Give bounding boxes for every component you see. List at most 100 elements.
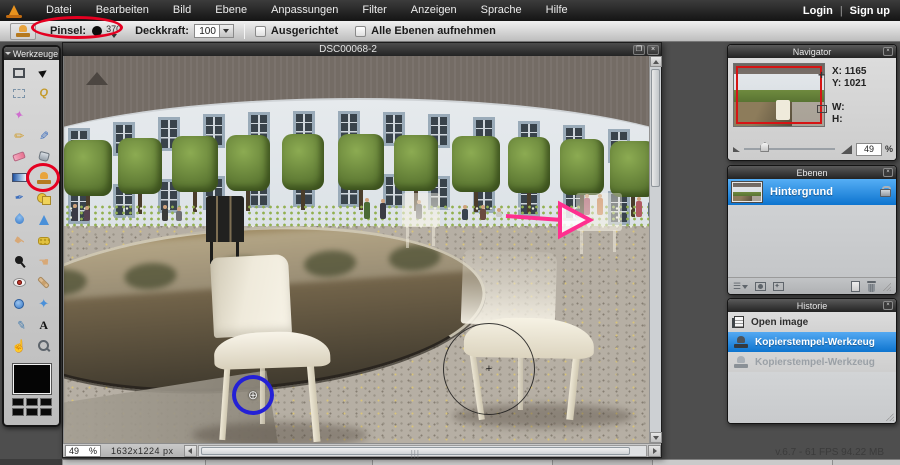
color-replace-tool[interactable]: ✒ (7, 188, 32, 209)
history-item-open-image[interactable]: Open image (728, 312, 896, 332)
crop-tool[interactable] (7, 62, 32, 83)
color-swatch[interactable] (39, 398, 52, 406)
tree-crown (610, 141, 650, 197)
navigator-titlebar[interactable]: Navigator × (728, 45, 896, 58)
bloat-tool[interactable] (7, 293, 32, 314)
red-eye-tool[interactable] (7, 272, 32, 293)
opacity-value-box[interactable]: 100 (193, 24, 220, 38)
canvas-zoom-box[interactable]: 49 % (65, 444, 101, 457)
signup-link[interactable]: Sign up (850, 5, 890, 17)
blur-tool[interactable] (7, 209, 32, 230)
scroll-up-button[interactable] (650, 56, 662, 67)
navigator-coords: + X: 1165 Y: 1021 (818, 66, 866, 90)
horizontal-scrollbar[interactable]: ||| (197, 444, 647, 458)
eyedropper-tool[interactable]: ✐ (7, 314, 32, 335)
history-titlebar[interactable]: Historie × (728, 299, 896, 312)
layers-close-button[interactable]: × (883, 168, 893, 177)
layer-settings-button[interactable]: ☰ (733, 282, 749, 291)
history-item-label: Open image (751, 316, 809, 328)
shape-tool[interactable] (32, 188, 57, 209)
sample-all-layers-checkbox[interactable] (355, 25, 367, 37)
resize-grip[interactable] (883, 282, 891, 291)
pinch-tool[interactable]: ✦ (32, 293, 57, 314)
photo-canvas[interactable]: + ⊕ (64, 56, 650, 444)
maximize-button[interactable]: ❐ (633, 44, 645, 55)
sharpen-tool[interactable] (32, 209, 57, 230)
brush-preview[interactable] (92, 26, 103, 36)
navigator-thumbnail[interactable] (733, 63, 825, 127)
type-tool[interactable]: A (32, 314, 57, 335)
color-swatch[interactable] (25, 408, 38, 416)
pencil-tool[interactable]: ✏ (7, 125, 32, 146)
navigator-close-button[interactable]: × (883, 47, 893, 56)
gradient-tool[interactable] (7, 167, 32, 188)
zoom-slider-thumb[interactable] (760, 142, 770, 152)
options-separator (243, 23, 245, 39)
layer-mask-button[interactable] (755, 282, 767, 291)
history-item-clone-stamp-1[interactable]: Kopierstempel-Werkzeug (728, 332, 896, 352)
brush-tool[interactable]: ✎ (32, 125, 57, 146)
layer-styles-button[interactable]: ✦ (773, 282, 785, 291)
lasso-tool[interactable]: Q (32, 83, 57, 104)
menu-filter[interactable]: Filter (350, 0, 398, 21)
history-item-clone-stamp-2[interactable]: Kopierstempel-Werkzeug (728, 352, 896, 372)
color-swatch[interactable] (11, 398, 24, 406)
brush-size-control[interactable]: 370 (106, 24, 121, 38)
resize-grip[interactable] (886, 413, 894, 421)
color-swatch[interactable] (25, 398, 38, 406)
white-chair-right-back (460, 249, 558, 327)
zoom-out-icon[interactable] (733, 146, 740, 152)
eraser-tool[interactable] (7, 146, 32, 167)
scroll-down-button[interactable] (650, 432, 662, 443)
menu-ebene[interactable]: Ebene (203, 0, 259, 21)
zoom-tool[interactable] (32, 335, 57, 356)
navigator-zoom-value[interactable]: 49 (855, 142, 882, 156)
scroll-right-button[interactable] (648, 444, 661, 457)
move-tool[interactable]: ▶ (32, 62, 57, 83)
navigator-view-rect[interactable] (736, 66, 822, 124)
hand-tool[interactable]: ☝ (7, 335, 32, 356)
aligned-checkbox[interactable] (254, 25, 266, 37)
new-layer-button[interactable] (851, 281, 860, 292)
smudge-tool[interactable]: ☛ (7, 230, 32, 251)
layer-row-hintergrund[interactable]: Hintergrund (728, 179, 896, 205)
scroll-left-button[interactable] (183, 444, 197, 457)
menu-bearbeiten[interactable]: Bearbeiten (84, 0, 161, 21)
x-label: X: (832, 66, 842, 77)
clone-stamp-tool[interactable] (32, 167, 57, 188)
pixlr-editor-app: Datei Bearbeiten Bild Ebene Anpassungen … (0, 0, 900, 465)
zoom-in-icon[interactable] (840, 144, 852, 154)
zoom-slider[interactable] (744, 142, 835, 152)
close-window-button[interactable]: × (647, 44, 659, 55)
collapse-caret-icon (4, 52, 11, 55)
wand-tool[interactable]: ✦ (7, 104, 32, 125)
color-swatch[interactable] (11, 408, 24, 416)
login-link[interactable]: Login (803, 5, 833, 17)
opacity-dropdown-button[interactable] (219, 24, 234, 38)
ghost-chair-leg (406, 226, 409, 248)
menu-bild[interactable]: Bild (161, 0, 203, 21)
paint-bucket-tool[interactable] (32, 146, 57, 167)
horizontal-scroll-thumb[interactable]: ||| (200, 446, 631, 458)
menu-hilfe[interactable]: Hilfe (534, 0, 580, 21)
vertical-scrollbar[interactable] (649, 56, 662, 443)
foreground-color-swatch[interactable] (11, 363, 52, 395)
vertical-scroll-thumb[interactable] (651, 69, 660, 187)
menu-sprache[interactable]: Sprache (469, 0, 534, 21)
spot-heal-tool[interactable] (32, 272, 57, 293)
tools-palette-title: Werkzeuge (12, 48, 59, 59)
color-swatch[interactable] (39, 408, 52, 416)
sponge-tool[interactable] (32, 230, 57, 251)
tree-crown (560, 139, 604, 195)
delete-layer-button[interactable] (867, 281, 876, 292)
history-close-button[interactable]: × (883, 301, 893, 310)
image-window-titlebar[interactable]: DSC00068-2 ❐ × (63, 43, 661, 56)
menu-datei[interactable]: Datei (34, 0, 84, 21)
burn-tool[interactable]: ☚ (32, 251, 57, 272)
menu-anzeigen[interactable]: Anzeigen (399, 0, 469, 21)
layers-titlebar[interactable]: Ebenen × (728, 166, 896, 179)
dodge-tool[interactable] (7, 251, 32, 272)
menu-anpassungen[interactable]: Anpassungen (259, 0, 350, 21)
tools-palette-titlebar[interactable]: Werkzeuge (4, 47, 59, 60)
marquee-tool[interactable] (7, 83, 32, 104)
